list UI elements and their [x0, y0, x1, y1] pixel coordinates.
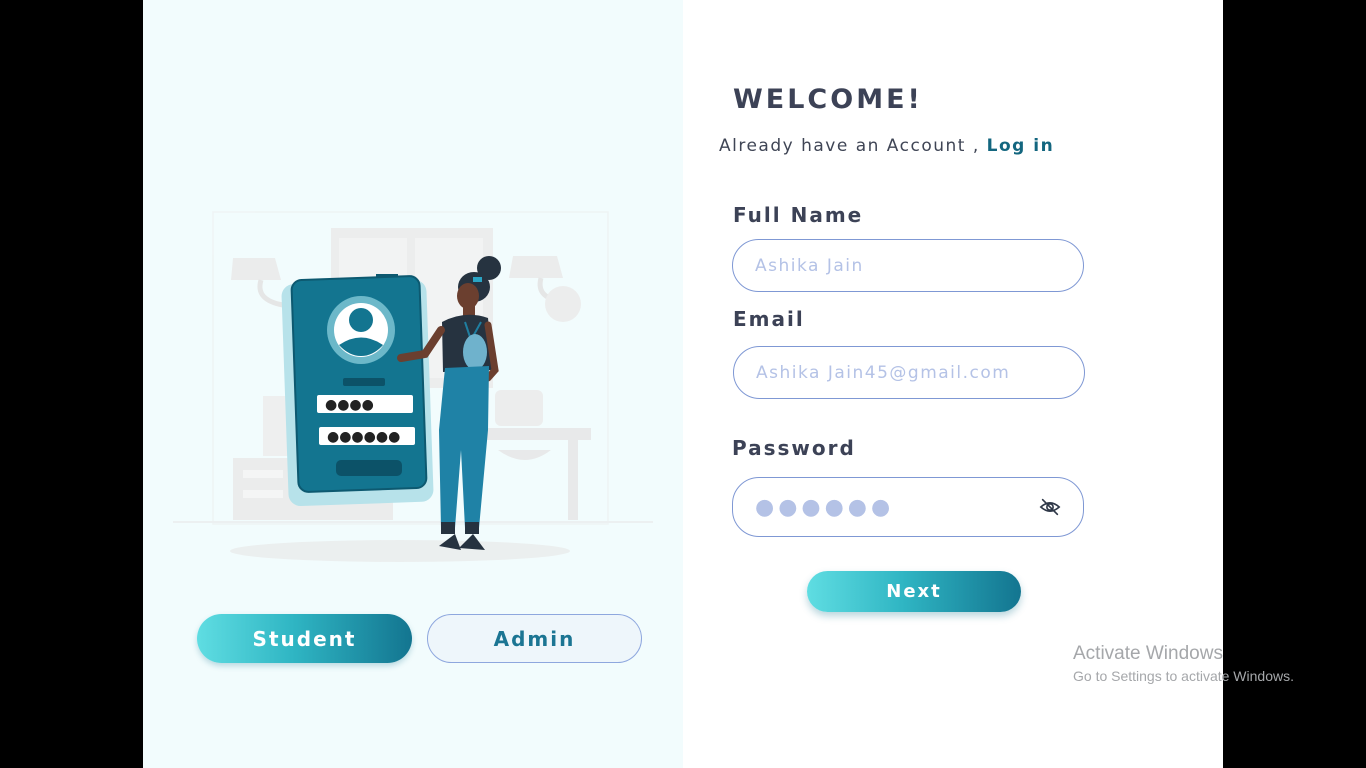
- full-name-input[interactable]: [733, 240, 1083, 291]
- full-name-field[interactable]: [732, 239, 1084, 292]
- password-field[interactable]: ●●●●●●: [732, 477, 1084, 537]
- full-name-label: Full Name: [733, 203, 864, 227]
- watermark-title: Activate Windows: [1073, 643, 1223, 664]
- watermark-subtitle: Go to Settings to activate Windows.: [1073, 668, 1294, 684]
- password-masked-value[interactable]: ●●●●●●: [755, 478, 894, 536]
- welcome-heading: WELCOME!: [733, 84, 923, 115]
- phone-card: ●●●● ●●●●●●: [281, 274, 434, 507]
- next-button[interactable]: Next: [807, 571, 1021, 612]
- svg-text:●●●●: ●●●●: [325, 397, 374, 413]
- eye-slash-icon[interactable]: [1039, 497, 1061, 517]
- activate-windows-watermark: Activate Windows Go to Settings to activ…: [1073, 643, 1294, 684]
- email-field[interactable]: [733, 346, 1085, 399]
- password-label: Password: [732, 436, 856, 460]
- email-input[interactable]: [734, 347, 1084, 398]
- account-prompt: Already have an Account , Log in: [719, 136, 1054, 156]
- admin-button[interactable]: Admin: [427, 614, 642, 663]
- login-illustration: ●●●● ●●●●●●: [173, 211, 653, 562]
- svg-text:●●●●●●: ●●●●●●: [327, 429, 400, 445]
- email-label: Email: [733, 307, 805, 331]
- illustration-panel: ●●●● ●●●●●● Student Admin: [143, 0, 683, 768]
- account-prompt-text: Already have an Account ,: [719, 136, 980, 156]
- login-link[interactable]: Log in: [987, 136, 1055, 156]
- student-button[interactable]: Student: [197, 614, 412, 663]
